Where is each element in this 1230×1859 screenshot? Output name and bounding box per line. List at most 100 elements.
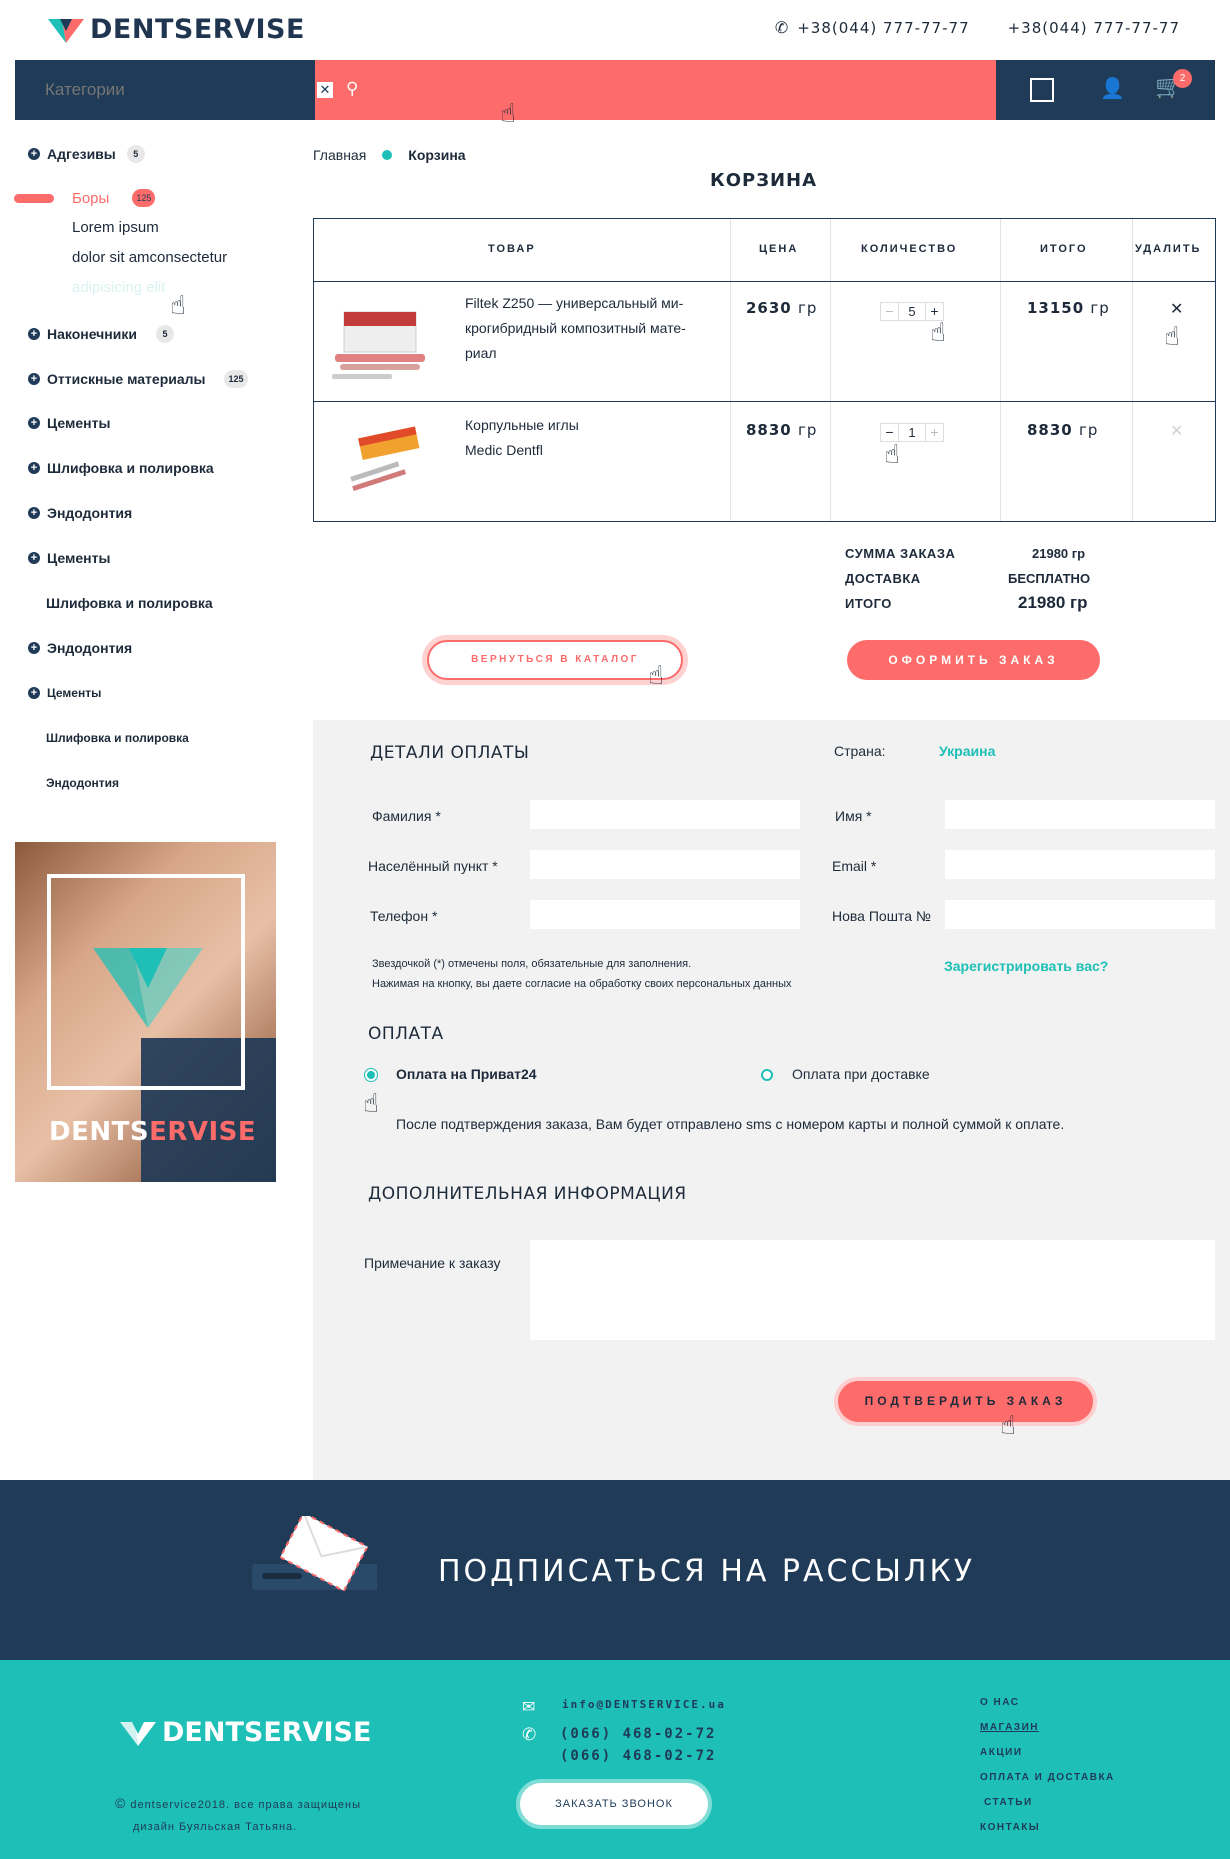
plus-circle-icon: + bbox=[28, 687, 40, 699]
phone-2[interactable]: +38(044) 777-77-77 bbox=[1008, 19, 1180, 37]
search-input[interactable]: ✕ ⚲ ☝ bbox=[315, 60, 996, 128]
np-field[interactable] bbox=[945, 900, 1215, 929]
footer-link-articles[interactable]: СТАТЬИ bbox=[984, 1797, 1033, 1808]
cart-badge: 2 bbox=[1173, 69, 1192, 88]
price-value: 2630 bbox=[746, 299, 792, 317]
footer-email[interactable]: info@DENTSERVICE.ua bbox=[562, 1698, 726, 1711]
radio-privat24[interactable] bbox=[365, 1069, 377, 1081]
email-field[interactable] bbox=[945, 850, 1215, 879]
order-call-button[interactable]: ЗАКАЗАТЬ ЗВОНОК bbox=[520, 1783, 708, 1825]
footer-link-about[interactable]: О НАС bbox=[980, 1697, 1019, 1708]
logo-tooth-icon bbox=[120, 1721, 156, 1746]
sidebar-item-polishing-3[interactable]: Шлифовка и полировка bbox=[46, 731, 189, 745]
sidebar-item-endodontics[interactable]: + Эндодонтия bbox=[28, 505, 132, 521]
product-image[interactable] bbox=[330, 304, 430, 384]
sidebar-item-polishing-2[interactable]: Шлифовка и полировка bbox=[46, 595, 213, 611]
phone-field[interactable] bbox=[530, 900, 800, 929]
product-name-line: Medic Dentfl bbox=[465, 442, 543, 458]
footer-logo-text: DENTSERVISE bbox=[162, 1717, 372, 1748]
sidebar-item-label: Цементы bbox=[47, 686, 102, 700]
footer-phone-1[interactable]: (066) 468-02-72 bbox=[560, 1726, 716, 1742]
decrement-button[interactable]: − bbox=[880, 302, 899, 321]
count-badge: 5 bbox=[155, 325, 174, 343]
payment-title: ДЕТАЛИ ОПЛАТЫ bbox=[370, 743, 530, 763]
register-link[interactable]: Зарегистрировать вас? bbox=[944, 958, 1108, 974]
hand-cursor-icon: ☝ bbox=[884, 439, 900, 469]
hand-cursor-icon: ☝ bbox=[363, 1088, 379, 1118]
plus-circle-icon: + bbox=[28, 642, 40, 654]
search-icon[interactable]: ⚲ bbox=[346, 79, 358, 99]
product-image[interactable] bbox=[330, 424, 430, 504]
sidebar-item-impression[interactable]: + Оттискные материалы 125 bbox=[28, 370, 248, 388]
order-note-field[interactable] bbox=[530, 1240, 1215, 1340]
checkout-button[interactable]: ОФОРМИТЬ ЗАКАЗ bbox=[847, 640, 1100, 680]
product-name-line: Корпульные иглы bbox=[465, 417, 579, 433]
sidebar-item-label: Эндодонтия bbox=[47, 640, 133, 656]
increment-button[interactable]: + bbox=[925, 423, 944, 442]
logo-text: DENTSERVISE bbox=[90, 14, 305, 45]
sidebar-item-endodontics-3[interactable]: Эндодонтия bbox=[46, 776, 119, 790]
footer-logo[interactable]: DENTSERVISE bbox=[120, 1717, 371, 1748]
total-value: 8830 bbox=[1027, 421, 1073, 439]
footer: DENTSERVISE © dentservice2018. все права … bbox=[0, 1660, 1230, 1859]
footer-link-promo[interactable]: АКЦИИ bbox=[980, 1747, 1023, 1758]
sub-item-3[interactable]: adipisicing elit bbox=[72, 279, 165, 296]
consent-note: Нажимая на кнопку, вы даете согласие на … bbox=[372, 978, 792, 990]
summary-sum-label: СУММА ЗАКАЗА bbox=[845, 546, 956, 561]
close-icon[interactable]: ✕ bbox=[1170, 421, 1183, 441]
footer-phone-2[interactable]: (066) 468-02-72 bbox=[560, 1748, 716, 1764]
summary-total-label: ИТОГО bbox=[845, 596, 892, 611]
count-badge: 125 bbox=[132, 189, 156, 207]
sidebar-item-handpieces[interactable]: + Наконечники 5 bbox=[28, 325, 174, 343]
quantity-value[interactable]: 5 bbox=[899, 302, 925, 321]
footer-link-shop[interactable]: МАГАЗИН bbox=[980, 1722, 1039, 1733]
city-field[interactable] bbox=[530, 850, 800, 879]
sub-item-1[interactable]: Lorem ipsum bbox=[72, 219, 159, 236]
order-note-label: Примечание к заказу bbox=[364, 1255, 501, 1271]
city-label: Населённый пункт * bbox=[368, 858, 498, 874]
sidebar-item-adhesives[interactable]: + Адгезивы 5 bbox=[28, 145, 145, 163]
col-divider bbox=[830, 219, 831, 521]
quantity-value[interactable]: 1 bbox=[899, 423, 925, 442]
promo-banner[interactable]: DENTSERVISE bbox=[15, 842, 276, 1182]
email-label: Email * bbox=[832, 858, 877, 874]
plus-circle-icon: + bbox=[28, 417, 40, 429]
sidebar-item-cements-2[interactable]: + Цементы bbox=[28, 550, 110, 566]
summary-delivery-label: ДОСТАВКА bbox=[845, 571, 921, 586]
square-icon[interactable] bbox=[1030, 78, 1054, 102]
confirm-order-button[interactable]: ПОДТВЕРДИТЬ ЗАКАЗ bbox=[838, 1381, 1093, 1422]
sidebar-item-burs[interactable]: Боры 125 bbox=[72, 189, 156, 207]
top-bar: ✕ ⚲ ☝ 👤 🛒 2 bbox=[15, 60, 1215, 128]
surname-field[interactable] bbox=[530, 800, 800, 829]
clear-icon[interactable]: ✕ bbox=[317, 82, 333, 98]
phone-icon: ✆ bbox=[774, 18, 790, 37]
country-select[interactable]: Украина bbox=[939, 743, 995, 759]
sidebar-item-cements-3[interactable]: + Цементы bbox=[28, 686, 101, 700]
category-input[interactable] bbox=[15, 60, 315, 120]
row-total: 13150 гр bbox=[1027, 299, 1110, 317]
sidebar-item-polishing[interactable]: + Шлифовка и полировка bbox=[28, 460, 214, 476]
product-name[interactable]: Filtek Z250 — универсальный ми- крогибри… bbox=[465, 291, 686, 366]
newsletter-title[interactable]: ПОДПИСАТЬСЯ НА РАССЫЛКУ bbox=[438, 1554, 975, 1589]
product-name[interactable]: Корпульные иглы Medic Dentfl bbox=[465, 413, 579, 463]
sidebar-item-label: Шлифовка и полировка bbox=[46, 731, 189, 745]
logo[interactable]: DENTSERVISE bbox=[48, 14, 305, 45]
back-to-catalog-button[interactable]: ВЕРНУТЬСЯ В КАТАЛОГ bbox=[427, 640, 683, 680]
sidebar-item-endodontics-2[interactable]: + Эндодонтия bbox=[28, 640, 132, 656]
radio-cod[interactable] bbox=[761, 1069, 773, 1081]
footer-link-contacts[interactable]: КОНТАКЫ bbox=[980, 1822, 1040, 1833]
pay-method-title: ОПЛАТА bbox=[368, 1024, 444, 1044]
plus-circle-icon: + bbox=[28, 507, 40, 519]
sidebar-item-cements[interactable]: + Цементы bbox=[28, 415, 110, 431]
sub-item-2[interactable]: dolor sit amconsectetur bbox=[72, 249, 227, 266]
user-icon[interactable]: 👤 bbox=[1100, 76, 1125, 101]
sidebar-item-label: Боры bbox=[72, 189, 110, 207]
footer-link-payment[interactable]: ОПЛАТА И ДОСТАВКА bbox=[980, 1772, 1115, 1783]
breadcrumb-home[interactable]: Главная bbox=[313, 147, 366, 163]
header-product: ТОВАР bbox=[488, 243, 536, 255]
name-field[interactable] bbox=[945, 800, 1215, 829]
phone-1[interactable]: ✆ +38(044) 777-77-77 bbox=[775, 18, 970, 37]
close-icon[interactable]: ✕ bbox=[1170, 299, 1183, 319]
header-total: ИТОГО bbox=[1040, 243, 1088, 255]
price-value: 8830 bbox=[746, 421, 792, 439]
